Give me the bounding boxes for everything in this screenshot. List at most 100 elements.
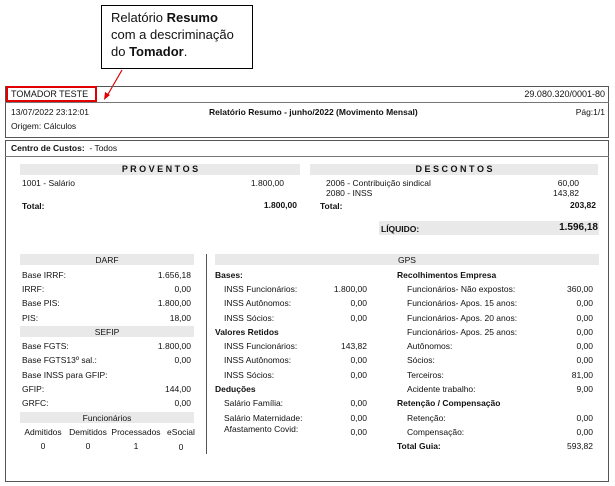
gps-value: 360,00	[567, 284, 593, 294]
centro-label: Centro de Custos:	[11, 143, 85, 153]
centro-value: - Todos	[89, 143, 118, 153]
gps-label: INSS Funcionários:	[224, 341, 298, 351]
gps-bases-title: Bases:	[215, 270, 243, 280]
gps-label: Autônomos:	[407, 341, 453, 351]
darf-label: IRRF:	[22, 284, 45, 294]
darf-value: 18,00	[169, 313, 191, 323]
proventos-total-label: Total:	[22, 201, 45, 211]
gps-value: 0,00	[350, 398, 367, 408]
descontos-total-label: Total:	[320, 201, 343, 211]
darf-value: 1.656,18	[157, 270, 191, 280]
gps-label: INSS Autônomos:	[224, 355, 292, 365]
gps-label: Salário Família:	[224, 398, 284, 408]
sefip-label: Base INSS para GFIP:	[22, 370, 108, 380]
gps-value: 0,00	[350, 355, 367, 365]
descontos-title: D E S C O N T O S	[415, 164, 493, 174]
descontos-item-value: 143,82	[553, 188, 579, 198]
gps-value: 9,00	[576, 384, 593, 394]
gps-value: 0,00	[576, 313, 593, 323]
gps-label: Funcionários- Apos. 20 anos:	[407, 313, 518, 323]
gps-value: 0,00	[350, 413, 367, 423]
header-divider	[5, 102, 609, 103]
gps-value: 81,00	[571, 370, 593, 380]
gps-label: INSS Sócios:	[224, 370, 275, 380]
centro-custos: Centro de Custos: - Todos	[11, 143, 117, 153]
darf-label: Base PIS:	[22, 298, 60, 308]
tomador-name: TOMADOR TESTE	[11, 89, 89, 99]
darf-title: DARF	[95, 255, 119, 265]
gps-value: 143,82	[341, 341, 367, 351]
gps-label: INSS Funcionários:	[224, 284, 298, 294]
callout-text: do	[111, 44, 130, 59]
callout-text: com a descriminação	[111, 27, 234, 42]
centro-divider	[5, 156, 609, 157]
sefip-label: GFIP:	[22, 384, 45, 394]
gps-label: Terceiros:	[407, 370, 444, 380]
darf-label: Base IRRF:	[22, 270, 66, 280]
funcionarios-count: 0	[40, 441, 46, 451]
funcionarios-title: Funcionários	[82, 413, 132, 423]
gps-label: Compensação:	[407, 427, 465, 437]
gps-value: 1.800,00	[333, 284, 367, 294]
proventos-item-desc: 1001 - Salário	[22, 178, 75, 188]
darf-value: 1.800,00	[157, 298, 191, 308]
gps-total-value: 593,82	[567, 441, 593, 451]
funcionarios-col-header: Demitidos	[69, 427, 107, 437]
gps-label: Funcionários- Apos. 25 anos:	[407, 327, 518, 337]
gps-label: Retenção:	[407, 413, 446, 423]
funcionarios-count: 1	[133, 441, 139, 451]
gps-value: 0,00	[576, 427, 593, 437]
funcionarios-col-header: Admitidos	[24, 427, 62, 437]
funcionarios-col-header: eSocial	[167, 427, 195, 437]
darf-label: PIS:	[22, 313, 39, 323]
callout-annotation: Relatório Resumo com a descriminação do …	[101, 5, 253, 69]
gps-label: Afastamento Covid:	[224, 424, 299, 434]
sefip-value: 0,00	[174, 398, 191, 408]
gps-value: 0,00	[350, 313, 367, 323]
gps-deducoes-title: Deduções	[215, 384, 256, 394]
page-number: Pág:1/1	[575, 107, 605, 117]
descontos-total-value: 203,82	[570, 200, 596, 210]
gps-label: Salário Maternidade:	[224, 413, 303, 423]
gps-label: Sócios:	[407, 355, 435, 365]
darf-value: 0,00	[174, 284, 191, 294]
report-origin: Origem: Cálculos	[11, 121, 77, 131]
sefip-title: SEFIP	[94, 327, 120, 337]
descontos-item-desc: 2006 - Contribuição sindical	[326, 178, 431, 188]
gps-value: 0,00	[350, 298, 367, 308]
gps-label: INSS Sócios:	[224, 313, 275, 323]
gps-value: 0,00	[576, 341, 593, 351]
report-title: Relatório Resumo - junho/2022 (Movimento…	[209, 107, 418, 117]
callout-text: Relatório	[111, 10, 167, 25]
gps-label: Funcionários- Não expostos:	[407, 284, 516, 294]
gps-value: 0,00	[350, 427, 367, 437]
funcionarios-col-header: Processados	[111, 427, 161, 437]
gps-title: GPS	[398, 255, 416, 265]
proventos-item-value: 1.800,00	[250, 178, 284, 188]
funcionarios-count: 0	[178, 442, 184, 452]
sefip-value: 0,00	[174, 355, 191, 365]
gps-retidos-title: Valores Retidos	[215, 327, 279, 337]
gps-label: INSS Autônomos:	[224, 298, 292, 308]
gps-label: Acidente trabalho:	[407, 384, 476, 394]
liquido-label: LÍQUIDO:	[381, 224, 420, 234]
descontos-item-value: 60,00	[557, 178, 579, 188]
sefip-label: Base FGTS13º sal.:	[22, 355, 97, 365]
gps-label: Funcionários- Apos. 15 anos:	[407, 298, 518, 308]
proventos-total-value: 1.800,00	[263, 200, 297, 210]
callout-bold: Resumo	[166, 10, 218, 25]
report-datetime: 13/07/2022 23:12:01	[11, 107, 89, 117]
gps-value: 0,00	[576, 327, 593, 337]
gps-divider	[206, 254, 207, 454]
gps-total-label: Total Guia:	[397, 441, 441, 451]
gps-value: 0,00	[576, 355, 593, 365]
sefip-value: 1.800,00	[157, 341, 191, 351]
callout-bold: Tomador	[129, 44, 184, 59]
liquido-value: 1.596,18	[559, 222, 598, 233]
gps-value: 0,00	[576, 298, 593, 308]
callout-text: .	[183, 44, 188, 59]
gps-retencao-title: Retenção / Compensação	[397, 398, 501, 408]
gps-value: 0,00	[576, 413, 593, 423]
gps-recolhimentos-title: Recolhimentos Empresa	[397, 270, 497, 280]
descontos-item-desc: 2080 - INSS	[326, 188, 373, 198]
